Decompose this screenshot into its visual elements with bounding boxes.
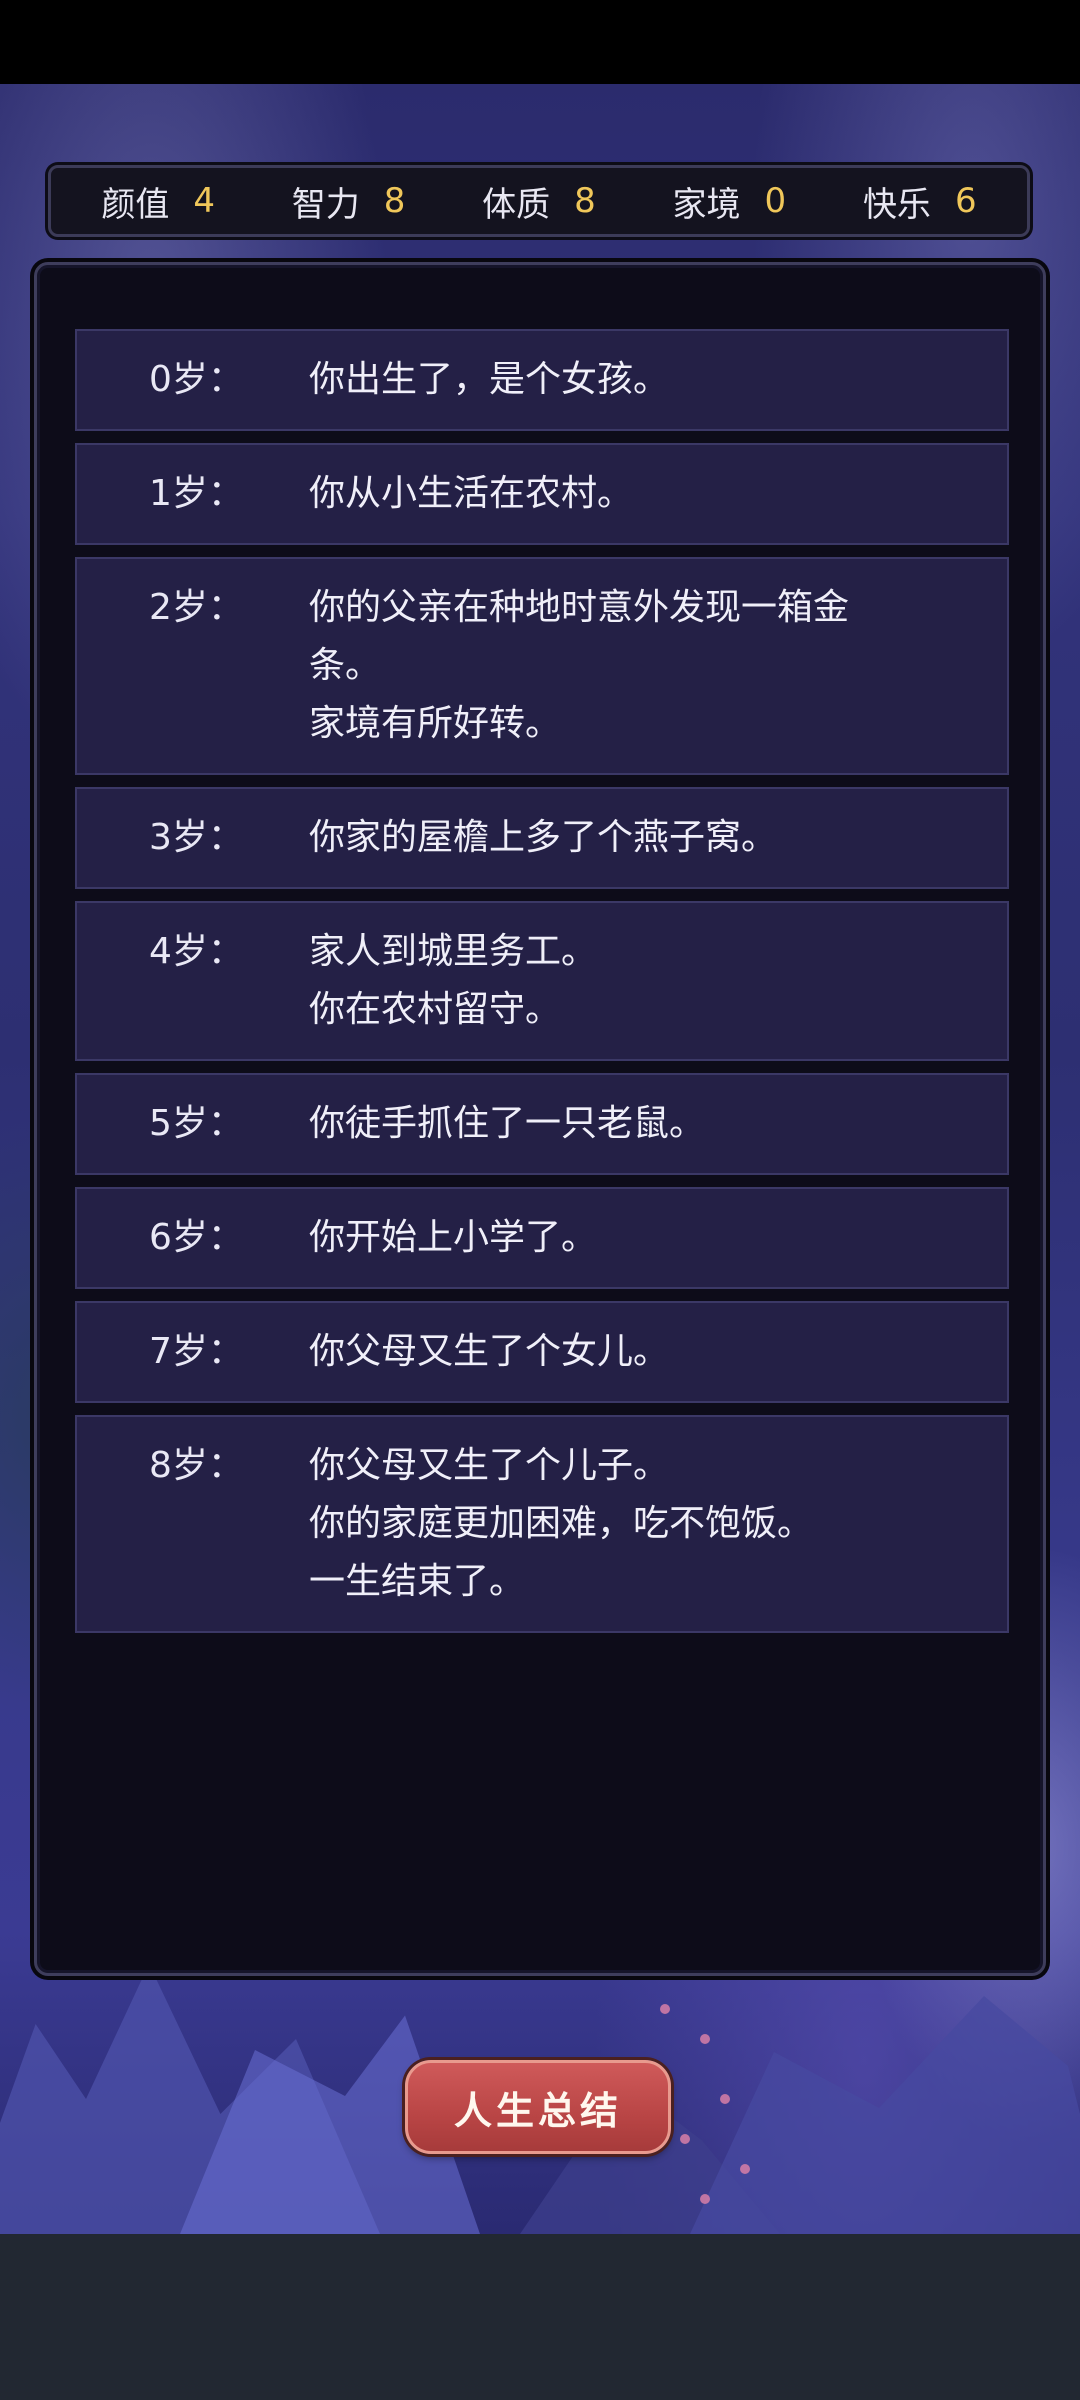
event-line: 你开始上小学了。 — [309, 1217, 598, 1258]
event-age: 4岁： — [149, 931, 244, 972]
life-event-row: 6岁： 你开始上小学了。 — [75, 1187, 1009, 1289]
blossom — [720, 2094, 730, 2104]
event-text: 你家的屋檐上多了个燕子窝。 — [309, 809, 929, 867]
event-age: 0岁： — [149, 359, 244, 400]
attribute-appearance: 颜值 4 — [101, 177, 215, 226]
event-line: 家人到城里务工。 — [309, 931, 598, 972]
attribute-value: 0 — [764, 181, 787, 221]
event-text: 你父母又生了个儿子。 你的家庭更加困难，吃不饱饭。 一生结束了。 — [309, 1437, 929, 1611]
event-line: 你出生了，是个女孩。 — [309, 359, 670, 400]
event-line: 条。 — [309, 645, 382, 686]
blossom — [700, 2194, 710, 2204]
event-age: 1岁： — [149, 473, 244, 514]
blossom — [660, 2004, 670, 2014]
life-event-row: 0岁： 你出生了，是个女孩。 — [75, 329, 1009, 431]
blossom — [700, 2034, 710, 2044]
event-line: 家境有所好转。 — [309, 703, 562, 744]
event-line: 你父母又生了个儿子。 — [309, 1445, 670, 1486]
attribute-name: 体质 — [482, 184, 551, 225]
event-age: 8岁： — [149, 1445, 244, 1486]
blossom — [680, 2134, 690, 2144]
attribute-value: 6 — [954, 181, 977, 221]
life-event-row: 1岁： 你从小生活在农村。 — [75, 443, 1009, 545]
event-text: 你父母又生了个女儿。 — [309, 1323, 929, 1381]
attribute-happiness: 快乐 6 — [863, 177, 977, 226]
event-age: 6岁： — [149, 1217, 244, 1258]
event-text: 你开始上小学了。 — [309, 1209, 929, 1267]
mountain-silhouette — [690, 1996, 1080, 2234]
life-event-row: 5岁： 你徒手抓住了一只老鼠。 — [75, 1073, 1009, 1175]
event-line: 你徒手抓住了一只老鼠。 — [309, 1103, 706, 1144]
life-event-row: 4岁： 家人到城里务工。 你在农村留守。 — [75, 901, 1009, 1061]
attribute-name: 家境 — [672, 184, 741, 225]
attribute-family-wealth: 家境 0 — [673, 177, 787, 226]
attribute-name: 颜值 — [101, 184, 170, 225]
event-text: 你出生了，是个女孩。 — [309, 351, 929, 409]
event-line: 你的家庭更加困难，吃不饱饭。 — [309, 1503, 814, 1544]
event-line: 你的父亲在种地时意外发现一箱金 — [309, 587, 850, 628]
event-line: 你父母又生了个女儿。 — [309, 1331, 670, 1372]
event-age: 5岁： — [149, 1103, 244, 1144]
life-summary-button[interactable]: 人生总结 — [405, 2060, 671, 2154]
event-text: 你的父亲在种地时意外发现一箱金 条。 家境有所好转。 — [309, 579, 929, 753]
attribute-name: 智力 — [291, 184, 360, 225]
event-text: 你徒手抓住了一只老鼠。 — [309, 1095, 929, 1153]
life-events-panel: 0岁： 你出生了，是个女孩。 1岁： 你从小生活在农村。 2岁： 你的父亲在种地… — [34, 262, 1046, 1976]
event-line: 一生结束了。 — [309, 1561, 526, 1602]
event-line: 你家的屋檐上多了个燕子窝。 — [309, 817, 778, 858]
attribute-intelligence: 智力 8 — [292, 177, 406, 226]
attribute-value: 8 — [574, 181, 596, 221]
attribute-name: 快乐 — [862, 184, 931, 225]
life-event-row: 2岁： 你的父亲在种地时意外发现一箱金 条。 家境有所好转。 — [75, 557, 1009, 775]
event-line: 你在农村留守。 — [309, 989, 562, 1030]
status-bar — [0, 0, 1080, 84]
event-text: 家人到城里务工。 你在农村留守。 — [309, 923, 929, 1039]
blossom — [740, 2164, 750, 2174]
event-age: 3岁： — [149, 817, 244, 858]
event-line: 你从小生活在农村。 — [309, 473, 634, 514]
attribute-constitution: 体质 8 — [482, 177, 596, 226]
attribute-bar: 颜值 4 智力 8 体质 8 家境 0 快乐 6 — [48, 165, 1030, 237]
event-age: 7岁： — [149, 1331, 244, 1372]
life-event-row: 8岁： 你父母又生了个儿子。 你的家庭更加困难，吃不饱饭。 一生结束了。 — [75, 1415, 1009, 1633]
life-event-row: 7岁： 你父母又生了个女儿。 — [75, 1301, 1009, 1403]
attribute-value: 4 — [193, 181, 216, 221]
event-text: 你从小生活在农村。 — [309, 465, 929, 523]
bottom-system-area — [0, 2234, 1080, 2400]
event-age: 2岁： — [149, 587, 244, 628]
life-event-row: 3岁： 你家的屋檐上多了个燕子窝。 — [75, 787, 1009, 889]
attribute-value: 8 — [383, 181, 406, 221]
